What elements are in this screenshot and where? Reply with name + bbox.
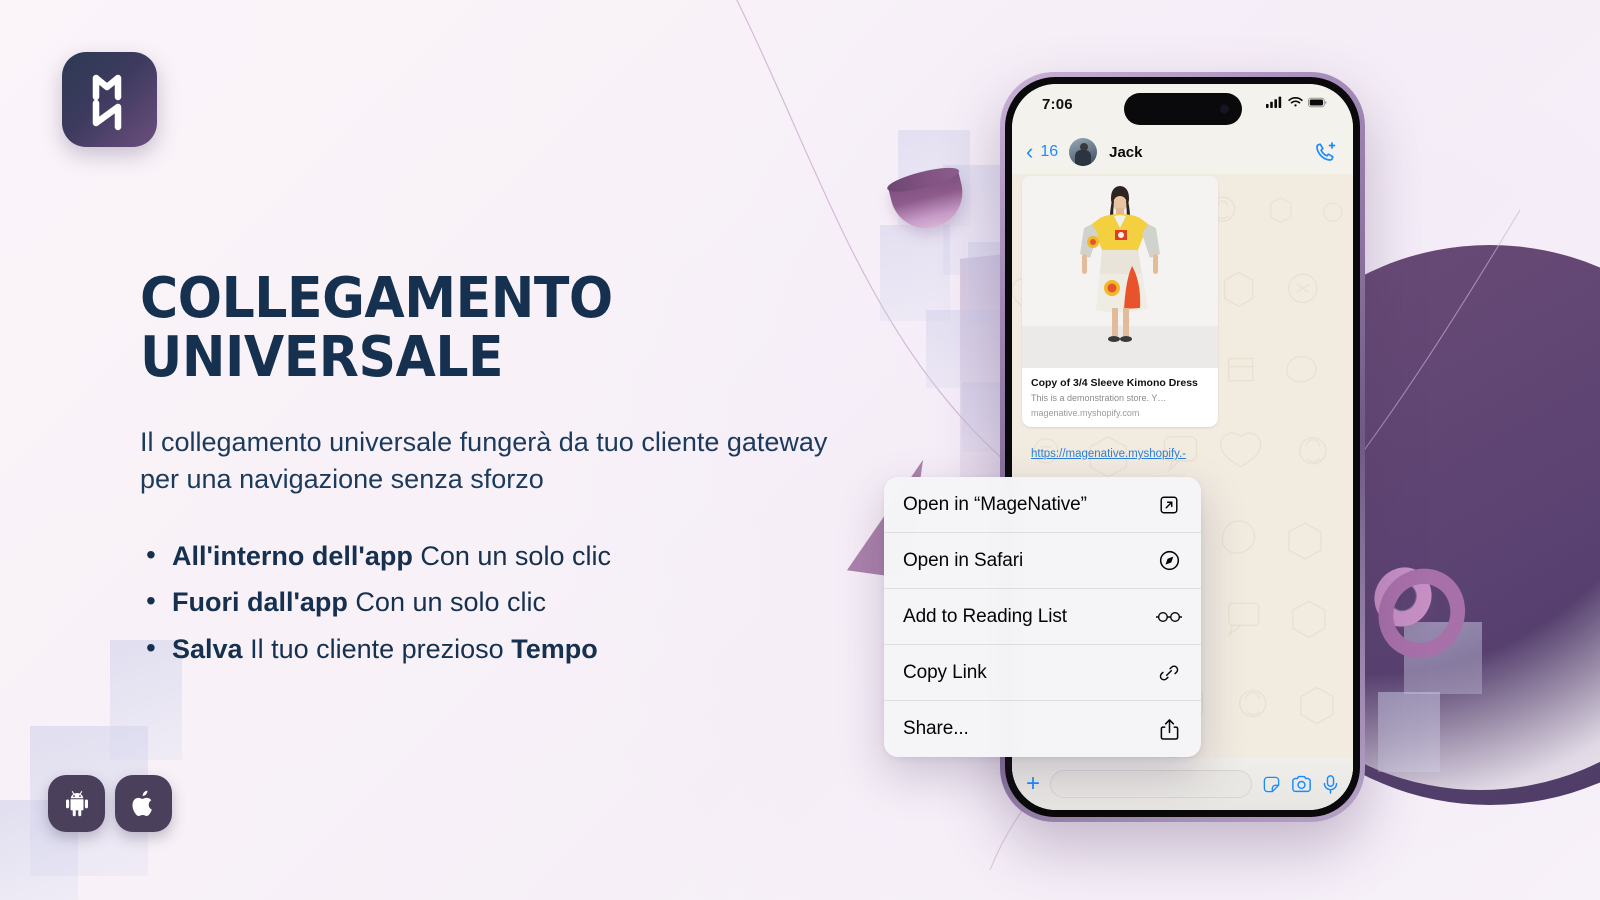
- bullet-strong-tail: Tempo: [511, 633, 598, 664]
- wifi-icon: [1288, 96, 1303, 107]
- apple-badge[interactable]: [115, 775, 172, 832]
- menu-item-label: Open in “MageNative”: [903, 493, 1087, 515]
- decorative-ring-shape: [1369, 560, 1437, 634]
- signal-icon: [1266, 96, 1282, 108]
- chat-input-bar: +: [1012, 758, 1353, 810]
- contact-name: Jack: [1109, 143, 1143, 161]
- menu-item-open-in-app[interactable]: Open in “MageNative”: [884, 477, 1201, 533]
- product-description: This is a demonstration store. Y…: [1031, 393, 1167, 404]
- microphone-icon[interactable]: [1322, 774, 1339, 794]
- safari-compass-icon: [1156, 548, 1182, 574]
- open-external-icon: [1156, 492, 1182, 518]
- ios-context-menu[interactable]: Open in “MageNative” Open in Safari Add …: [884, 477, 1201, 757]
- dynamic-island: [1123, 93, 1242, 125]
- back-chevron-icon[interactable]: ‹: [1026, 141, 1033, 163]
- page-title: COLLEGAMENTO UNIVERSALE: [140, 266, 613, 390]
- bullet-rest: Con un solo clic: [412, 541, 611, 572]
- plus-icon[interactable]: +: [1026, 772, 1040, 796]
- decorative-dome-shape: [888, 170, 970, 236]
- product-host: magenative.myshopify.com: [1031, 407, 1140, 418]
- menu-item-label: Open in Safari: [903, 549, 1024, 571]
- mn-monogram-icon: [92, 74, 121, 130]
- bullet-strong: Salva: [172, 633, 243, 664]
- android-icon: [65, 790, 88, 816]
- camera-icon[interactable]: [1291, 775, 1312, 794]
- bullet-strong: All'interno dell'app: [172, 541, 413, 572]
- menu-item-copy-link[interactable]: Copy Link: [884, 645, 1201, 701]
- hero-subheading: Il collegamento universale fungerà da tu…: [140, 426, 828, 494]
- reading-glasses-icon: [1156, 604, 1182, 630]
- list-item: Salva Il tuo cliente prezioso Tempo: [140, 629, 970, 668]
- status-time: 7:06: [1042, 96, 1073, 113]
- message-input[interactable]: [1050, 770, 1252, 798]
- link-preview-meta: Copy of 3/4 Sleeve Kimono Dress This is …: [1022, 368, 1218, 427]
- product-image: [1022, 176, 1218, 368]
- battery-icon: [1308, 97, 1327, 107]
- menu-item-add-to-reading-list[interactable]: Add to Reading List: [884, 589, 1201, 645]
- message-link[interactable]: https://magenative.myshopify.-: [1031, 446, 1211, 463]
- chat-header: ‹ 16 Jack: [1012, 130, 1353, 174]
- menu-item-open-in-safari[interactable]: Open in Safari: [884, 533, 1201, 589]
- status-icons: [1266, 96, 1327, 108]
- decorative-square: [1404, 622, 1482, 694]
- bullet-strong: Fuori dall'app: [172, 587, 348, 618]
- menu-item-label: Add to Reading List: [903, 605, 1067, 627]
- list-item: Fuori dall'app Con un solo clic: [140, 582, 970, 621]
- phone-plus-icon[interactable]: [1313, 140, 1337, 164]
- menu-item-share[interactable]: Share...: [884, 701, 1201, 757]
- decorative-square: [1378, 692, 1440, 772]
- avatar[interactable]: [1069, 138, 1098, 166]
- decorative-square: [898, 130, 970, 226]
- sticker-icon[interactable]: [1262, 775, 1281, 794]
- status-bar: 7:06: [1012, 84, 1353, 130]
- kimono-dress-photo: [1022, 176, 1218, 368]
- front-camera-icon: [1219, 104, 1229, 114]
- unread-count[interactable]: 16: [1040, 143, 1058, 161]
- link-preview-card[interactable]: Copy of 3/4 Sleeve Kimono Dress This is …: [1022, 176, 1218, 427]
- feature-bullet-list: All'interno dell'app Con un solo clic Fu…: [140, 536, 970, 668]
- android-badge[interactable]: [48, 775, 105, 832]
- product-title: Copy of 3/4 Sleeve Kimono Dress: [1031, 377, 1198, 389]
- hero-copy-block: COLLEGAMENTO UNIVERSALE Il collegamento …: [140, 266, 970, 677]
- magenative-logo: [62, 52, 157, 147]
- apple-icon: [132, 790, 152, 816]
- bullet-rest: Con un solo clic: [347, 587, 547, 618]
- bullet-rest: Il tuo cliente prezioso: [242, 633, 512, 664]
- list-item: All'interno dell'app Con un solo clic: [140, 536, 970, 575]
- platform-badges: [48, 775, 172, 832]
- menu-item-label: Share...: [903, 718, 969, 739]
- link-chain-icon: [1156, 660, 1182, 686]
- menu-item-label: Copy Link: [903, 661, 987, 683]
- share-upload-icon: [1156, 716, 1182, 742]
